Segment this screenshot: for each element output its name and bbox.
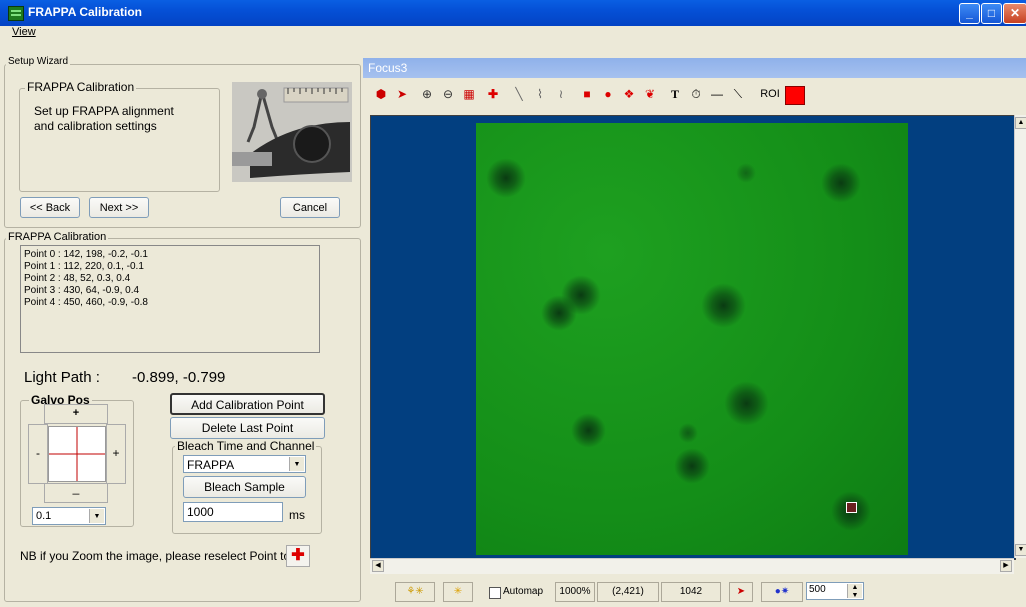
galvo-down-button[interactable]: _: [44, 482, 108, 503]
automap-checkbox[interactable]: [489, 587, 501, 599]
delete-last-point-button[interactable]: Delete Last Point: [170, 417, 325, 439]
galvo-right-button[interactable]: +: [106, 424, 126, 484]
freehand-icon[interactable]: ≀: [551, 84, 571, 104]
zoom-out-icon[interactable]: ⊖: [438, 84, 458, 104]
galvo-up-button[interactable]: +: [44, 404, 108, 424]
crosshair-icon: [49, 427, 105, 481]
fluorescence-image[interactable]: [476, 123, 908, 555]
zoom-in-icon[interactable]: ⊕: [417, 84, 437, 104]
focus-title: Focus3: [368, 61, 408, 75]
roi-color-swatch[interactable]: [785, 86, 805, 105]
scroll-up-icon[interactable]: ▲: [1015, 117, 1026, 129]
app-icon: [8, 6, 24, 21]
automap-label: Automap: [503, 586, 544, 597]
galvo-position-pad[interactable]: [48, 426, 106, 482]
bleach-sample-button[interactable]: Bleach Sample: [183, 476, 306, 498]
bleach-time-input[interactable]: [183, 502, 283, 522]
window-title: FRAPPA Calibration: [28, 5, 143, 19]
auto-contrast-icon[interactable]: ⚘✳: [395, 582, 435, 602]
zoom-level: 1000%: [555, 582, 595, 602]
pixel-value: 1042: [661, 582, 721, 602]
roi-label: ROI: [760, 88, 780, 100]
galvo-step-select[interactable]: 0.1 ▼: [32, 507, 106, 525]
bleach-time-unit: ms: [289, 508, 305, 522]
list-item: Point 4 : 450, 460, -0.9, -0.8: [24, 297, 148, 308]
freehand-region-icon[interactable]: ❦: [640, 84, 660, 104]
focus-title-bar: Focus3: [363, 58, 1026, 78]
marker-icon[interactable]: ●✷: [761, 582, 803, 602]
zoom-note: NB if you Zoom the image, please reselec…: [20, 549, 303, 563]
rectangle-icon[interactable]: ■: [577, 84, 597, 104]
list-item: Point 2 : 48, 52, 0.3, 0.4: [24, 273, 131, 284]
calipers-image: [232, 82, 352, 182]
polygon-icon[interactable]: ❖: [619, 84, 639, 104]
line-icon[interactable]: ╲: [509, 84, 529, 104]
calibration-points-list[interactable]: Point 0 : 142, 198, -0.2, -0.1 Point 1 :…: [20, 245, 320, 353]
menu-view[interactable]: View: [12, 26, 36, 38]
point-tool-button[interactable]: ✚: [286, 545, 310, 567]
scroll-down-icon[interactable]: ▼: [1015, 544, 1026, 556]
measure-icon[interactable]: ⟍: [728, 84, 748, 104]
bleach-channel-value: FRAPPA: [187, 458, 235, 472]
plus-icon: ✚: [291, 547, 305, 564]
cursor-coordinates: (2,421): [597, 582, 659, 602]
add-calibration-point-button[interactable]: Add Calibration Point: [170, 393, 325, 415]
dash-icon[interactable]: —: [707, 84, 727, 104]
fit-icon[interactable]: ▦: [459, 84, 479, 104]
chevron-down-icon: ▼: [289, 457, 304, 471]
spin-input[interactable]: 500 ▲ ▼: [806, 582, 864, 600]
spin-value: 500: [809, 584, 826, 595]
bleach-point-marker: [846, 502, 857, 513]
scroll-left-icon[interactable]: ◀: [372, 560, 384, 572]
light-path-value: -0.899, -0.799: [132, 369, 226, 386]
close-button[interactable]: ✕: [1003, 3, 1026, 24]
galvo-step-value: 0.1: [36, 510, 52, 522]
cancel-button[interactable]: Cancel: [280, 197, 340, 218]
arrow-icon[interactable]: ➤: [392, 84, 412, 104]
next-button[interactable]: Next >>: [89, 197, 149, 218]
ellipse-icon[interactable]: ●: [598, 84, 618, 104]
galvo-left-button[interactable]: -: [28, 424, 48, 484]
bleach-group-label: Bleach Time and Channel: [175, 439, 317, 453]
status-bar: ⚘✳ ✳ Automap 1000% (2,421) 1042 ➤ ●✷ 500…: [363, 577, 1026, 607]
list-item: Point 1 : 112, 220, 0.1, -0.1: [24, 261, 144, 272]
list-item: Point 0 : 142, 198, -0.2, -0.1: [24, 249, 148, 260]
menu-bar: View: [0, 26, 1026, 40]
minimize-button[interactable]: _: [959, 3, 980, 24]
wizard-info-label: FRAPPA Calibration: [25, 80, 137, 94]
setup-wizard-label: Setup Wizard: [6, 56, 71, 67]
bleach-channel-select[interactable]: FRAPPA ▼: [183, 455, 306, 473]
title-bar: FRAPPA Calibration _ □ ✕: [0, 0, 1026, 26]
pointer-icon[interactable]: ➤: [729, 582, 753, 602]
wizard-description: Set up FRAPPA alignment and calibration …: [34, 104, 174, 133]
light-path-label: Light Path :: [24, 369, 100, 386]
chevron-down-icon: ▼: [89, 509, 104, 523]
point-icon[interactable]: ✚: [483, 84, 503, 104]
vertical-scrollbar[interactable]: ▲ ▼: [1014, 115, 1026, 558]
horizontal-scrollbar[interactable]: ◀ ▶: [370, 558, 1014, 574]
scroll-right-icon[interactable]: ▶: [1000, 560, 1012, 572]
stop-icon[interactable]: ⬢: [371, 84, 391, 104]
maximize-button[interactable]: □: [981, 3, 1002, 24]
polyline-icon[interactable]: ⌇: [530, 84, 550, 104]
list-item: Point 3 : 430, 64, -0.9, 0.4: [24, 285, 140, 296]
spinner-icon[interactable]: ▲ ▼: [847, 584, 862, 599]
brightness-icon[interactable]: ✳: [443, 582, 473, 602]
text-icon[interactable]: T: [665, 84, 685, 104]
back-button[interactable]: << Back: [20, 197, 80, 218]
focus-toolbar: ⬢ ➤ ⊕ ⊖ ▦ ✚ ╲ ⌇ ≀ ■ ● ❖ ❦ T ⏱ — ⟍ ROI: [371, 82, 841, 106]
timer-icon[interactable]: ⏱: [686, 84, 706, 104]
calibration-group-label: FRAPPA Calibration: [6, 231, 109, 243]
